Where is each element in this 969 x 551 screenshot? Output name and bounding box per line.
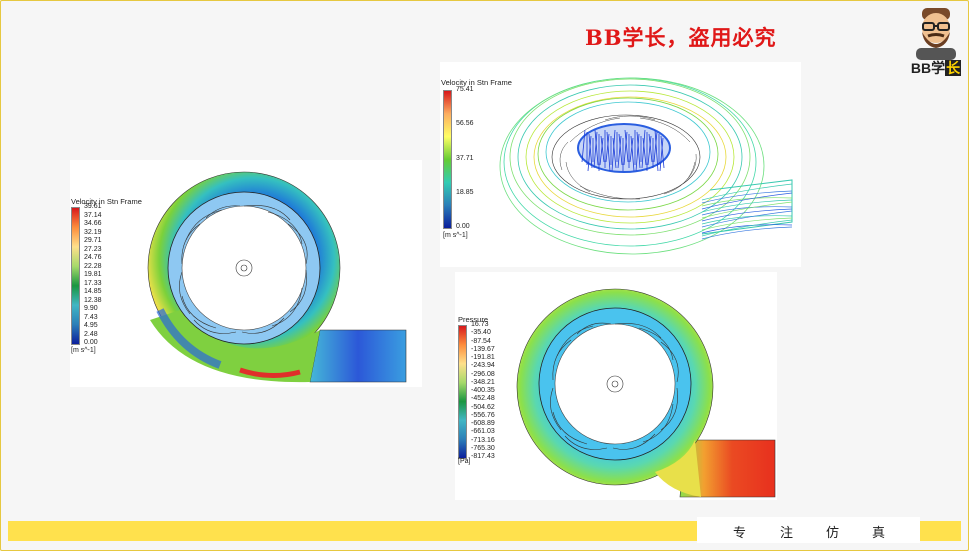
legend-title: Velocity in Stn Frame [441,78,512,87]
colorbar-tick-label: 2.48 [84,330,98,338]
colorbar-unit: [Pa] [458,458,471,465]
colorbar-tick-label: 12.38 [84,296,102,304]
footer-char: 专 [733,526,747,541]
colorbar-tick-label: -348.21 [471,378,495,386]
colorbar-tick-label: -400.35 [471,387,495,394]
colorbar-tick-label: -765.30 [471,444,495,452]
colorbar-tick-label: 39.61 [84,203,102,210]
colorbar-tick-label: -504.62 [471,403,495,411]
colorbar-tick-label: 37.14 [84,211,102,219]
streamline-panel: Velocity in Stn Frame 75.41 56.56 37.71 18.… [440,62,801,267]
colorbar-tick-label: 56.56 [456,120,474,128]
streamline [701,197,793,207]
colorbar-tick-label: -556.76 [471,411,495,419]
colorbar-tick-label: -243.94 [471,362,495,370]
colorbar-tick-label: 29.71 [84,237,102,244]
colorbar-tick-label: 4.95 [84,322,98,329]
colorbar-unit: [m s^-1] [71,347,96,354]
colorbar-tick-label: 37.71 [456,154,474,162]
colorbar-tick-label: 34.66 [84,220,102,227]
avatar-label: BB学长 [910,60,962,76]
footer-char: 真 [872,526,886,541]
watermark-text: BB学长，盗用必究 [585,25,777,50]
colorbar-tick-label: -139.67 [471,345,495,353]
velocity-streamline-plot [499,77,793,255]
colorbar-tick-label: 18.85 [456,188,474,196]
pressure-contour-panel: Pressure 16.73 -35.40 -87.54 -139.67 -191.81… [455,272,777,500]
colorbar [443,90,452,229]
colorbar-tick-label: 24.76 [84,254,102,261]
colorbar-tick-label: -452.48 [471,395,495,403]
colorbar [458,325,467,459]
colorbar-tick-label: -661.03 [471,428,495,436]
colorbar-tick-label: 17.33 [84,279,102,287]
bearded-man-icon [916,8,956,60]
colorbar-tick-label: 27.23 [84,245,102,253]
legend-title: Velocity in Stn Frame [71,197,142,206]
colorbar-tick-label: 22.28 [84,262,102,270]
colorbar-tick-label: 7.43 [84,313,98,321]
colorbar-tick-label: 0.00 [84,339,98,346]
colorbar-tick-label: 32.19 [84,228,102,236]
streamline [701,206,793,216]
colorbar [71,207,80,345]
avatar: BB学长 [908,6,964,78]
colorbar-tick-label: 19.81 [84,271,102,278]
colorbar-tick-label: -191.81 [471,354,495,361]
streamline [701,215,793,225]
velocity-contour-plot [147,171,407,383]
pressure-contour-plot [516,288,776,498]
colorbar-tick-label: 14.85 [84,288,102,295]
colorbar-tick-label: -87.54 [471,337,491,345]
colorbar-tick-label: -817.43 [471,453,495,460]
colorbar-tick-label: 75.41 [456,86,474,93]
footer-char: 仿 [826,526,840,541]
footer-char: 注 [780,526,794,541]
colorbar-tick-label: -608.89 [471,420,495,427]
colorbar-tick-label: 0.00 [456,223,470,230]
colorbar-tick-label: 16.73 [471,321,489,328]
colorbar-tick-label: -713.16 [471,436,495,444]
colorbar-unit: [m s^-1] [443,232,468,239]
colorbar-tick-label: 9.90 [84,305,98,312]
footer-box [697,517,920,543]
velocity-contour-panel: Velocity in Stn Frame 39.61 37.14 34.66 32.… [70,160,422,387]
colorbar-tick-label: -35.40 [471,329,491,337]
colorbar-tick-label: -296.08 [471,370,495,378]
